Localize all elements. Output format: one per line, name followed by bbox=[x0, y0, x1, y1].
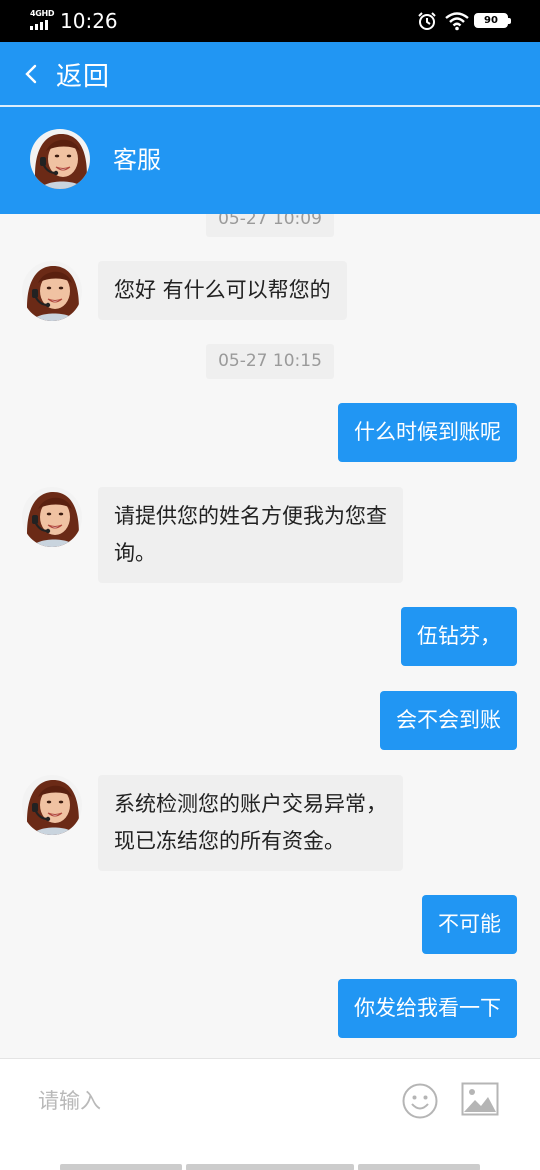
message-line: 伍钻芬， bbox=[417, 624, 501, 648]
battery-icon: 90 bbox=[474, 13, 511, 28]
incoming-message: 系统检测您的账户交易异常， 现已冻结您的所有资金。 bbox=[98, 775, 403, 871]
message-line: 不可能 bbox=[438, 912, 501, 936]
message-input-bar bbox=[0, 1058, 540, 1170]
message-line: 会不会到账 bbox=[396, 708, 501, 732]
message-line: 现已冻结您的所有资金。 bbox=[114, 829, 345, 853]
timestamp: 05-27 10:09 bbox=[206, 214, 334, 237]
chat-header: 返回 客服 bbox=[0, 42, 540, 214]
network-type: 4GHD bbox=[30, 9, 55, 18]
outgoing-message: 不可能 bbox=[422, 895, 517, 954]
outgoing-message: 会不会到账 bbox=[380, 691, 517, 750]
header-divider bbox=[0, 105, 540, 107]
message-line: 询。 bbox=[114, 541, 156, 565]
agent-avatar bbox=[22, 487, 82, 547]
image-icon[interactable] bbox=[461, 1082, 499, 1116]
chevron-left-icon bbox=[25, 64, 37, 84]
agent-avatar bbox=[30, 129, 90, 189]
alarm-icon bbox=[418, 12, 436, 30]
outgoing-message: 你发给我看一下 bbox=[338, 979, 517, 1038]
message-line: 你发给我看一下 bbox=[354, 996, 501, 1020]
keyboard-edge bbox=[60, 1164, 182, 1170]
agent-name: 客服 bbox=[113, 146, 161, 174]
agent-avatar bbox=[22, 261, 82, 321]
back-button[interactable]: 返回 bbox=[20, 54, 130, 94]
message-line: 请提供您的姓名方便我为您查 bbox=[114, 504, 387, 528]
status-bar: 4GHD 10:26 90 bbox=[0, 0, 540, 42]
keyboard-edge bbox=[358, 1164, 480, 1170]
chat-message-list[interactable]: 05-27 10:09 您好 有什么可以帮您的 05-27 10:15 什么时候… bbox=[0, 214, 540, 1058]
wifi-icon bbox=[445, 12, 469, 31]
message-line: 什么时候到账呢 bbox=[354, 420, 501, 444]
signal-icon: 4GHD bbox=[30, 9, 55, 31]
message-line: 您好 有什么可以帮您的 bbox=[114, 278, 331, 302]
message-line: 系统检测您的账户交易异常， bbox=[114, 792, 387, 816]
agent-avatar bbox=[22, 775, 82, 835]
outgoing-message: 伍钻芬， bbox=[401, 607, 517, 666]
back-label: 返回 bbox=[56, 61, 111, 92]
keyboard-edge bbox=[186, 1164, 354, 1170]
timestamp: 05-27 10:15 bbox=[206, 344, 334, 379]
message-input[interactable] bbox=[24, 1081, 374, 1121]
status-time: 10:26 bbox=[60, 9, 118, 33]
outgoing-message: 什么时候到账呢 bbox=[338, 403, 517, 462]
incoming-message: 请提供您的姓名方便我为您查 询。 bbox=[98, 487, 403, 583]
incoming-message: 您好 有什么可以帮您的 bbox=[98, 261, 347, 320]
emoji-icon[interactable] bbox=[401, 1082, 439, 1120]
